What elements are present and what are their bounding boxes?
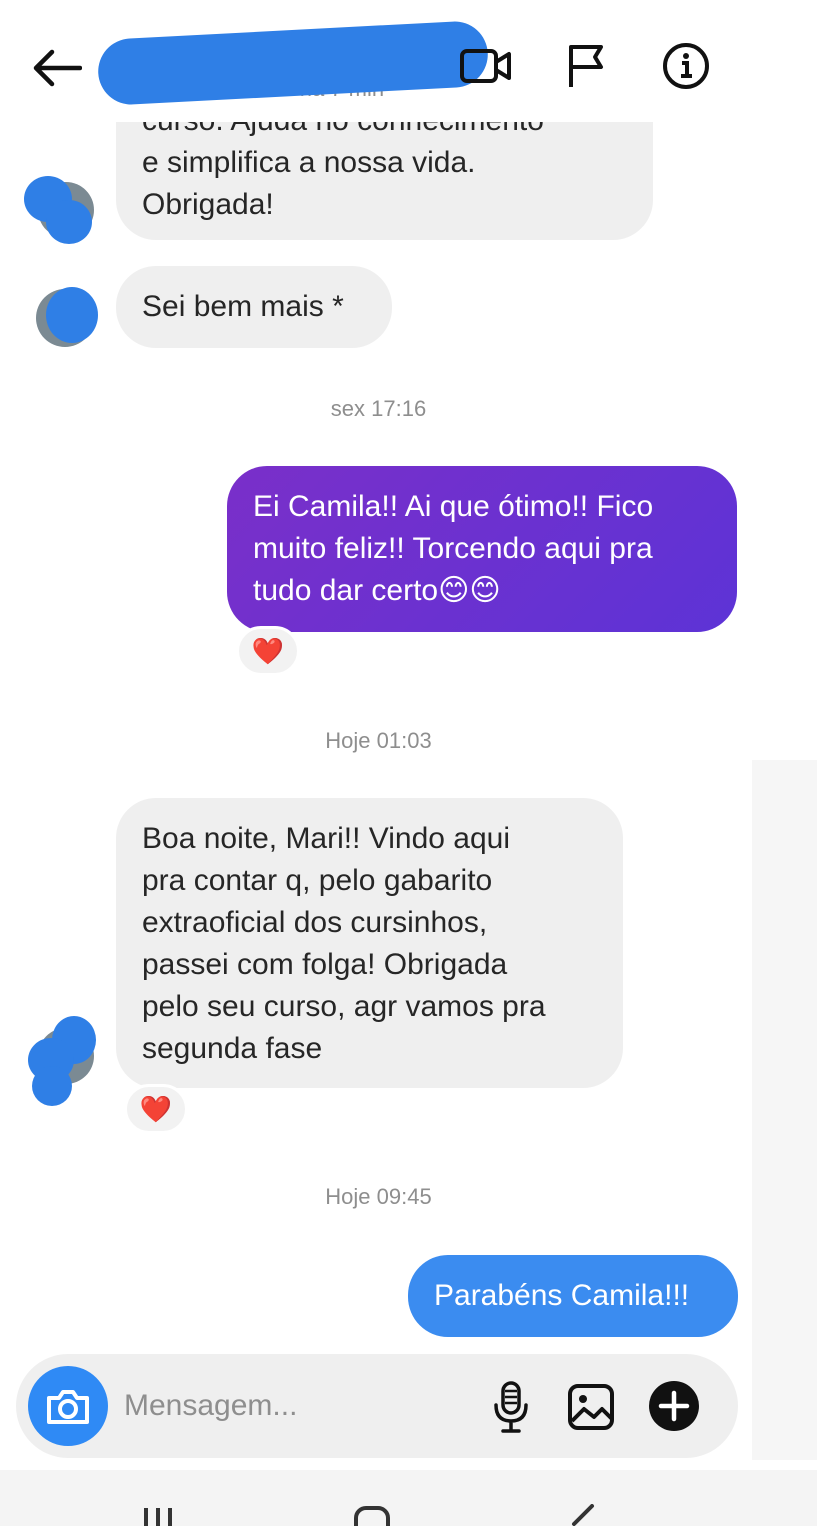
incoming-message[interactable]: Sei bem mais * <box>116 266 392 348</box>
message-input[interactable] <box>124 1378 464 1434</box>
message-line: Ei Camila!! Ai que ótimo!! Fico <box>253 490 654 523</box>
more-options-button[interactable] <box>646 1378 702 1434</box>
chat-header: Online há 7 min <box>0 0 817 122</box>
voice-message-button[interactable] <box>486 1380 536 1434</box>
system-back-button[interactable] <box>566 1504 596 1526</box>
heart-reaction[interactable]: ❤️ <box>236 626 300 676</box>
heart-reaction[interactable]: ❤️ <box>124 1084 188 1134</box>
message-line: tudo dar certo😊😊 <box>253 574 501 607</box>
gallery-icon <box>568 1384 614 1430</box>
message-line: pra contar q, pelo gabarito <box>142 864 493 897</box>
recent-apps-button[interactable] <box>142 1504 178 1526</box>
back-button[interactable] <box>26 40 86 96</box>
chevron-left-icon <box>572 1504 594 1526</box>
home-button[interactable] <box>352 1504 392 1526</box>
camera-icon <box>47 1390 89 1424</box>
video-call-button[interactable] <box>456 38 516 94</box>
recent-apps-icon <box>144 1508 172 1526</box>
heart-icon: ❤️ <box>251 635 285 666</box>
timestamp: Hoje 09:45 <box>325 1184 432 1209</box>
microphone-icon <box>494 1381 528 1433</box>
message-line: pelo seu curso, agr vamos pra <box>142 990 546 1023</box>
background-shade <box>752 760 817 1460</box>
video-call-icon <box>460 49 511 83</box>
message-line: muito feliz!! Torcendo aqui pra <box>253 532 653 565</box>
system-navigation-bar <box>0 1470 817 1526</box>
message-text: Parabéns Camila!!! <box>434 1279 690 1312</box>
message-line: Boa noite, Mari!! Vindo aqui <box>142 822 511 855</box>
camera-button[interactable] <box>28 1366 108 1446</box>
report-flag-button[interactable] <box>556 38 616 94</box>
chat-screen: Online há 7 min curso. Ajuda no conhecim… <box>0 0 817 1526</box>
gallery-button[interactable] <box>564 1380 618 1434</box>
message-text: Sei bem mais * <box>142 290 344 323</box>
message-line: segunda fase <box>142 1032 323 1065</box>
outgoing-message[interactable]: Ei Camila!! Ai que ótimo!! Fico muito fe… <box>227 466 737 632</box>
heart-icon: ❤️ <box>139 1093 173 1124</box>
message-line: extraoficial dos cursinhos, <box>142 906 488 939</box>
timestamp: sex 17:16 <box>330 396 427 421</box>
arrow-left-icon <box>33 49 82 87</box>
avatar[interactable] <box>28 1016 96 1106</box>
message-composer <box>16 1354 738 1458</box>
flag-icon <box>569 45 603 87</box>
outgoing-message[interactable]: Parabéns Camila!!! <box>408 1255 738 1337</box>
message-line: e simplifica a nossa vida. <box>142 146 476 179</box>
incoming-message[interactable]: Boa noite, Mari!! Vindo aqui pra contar … <box>116 798 623 1088</box>
info-icon <box>663 43 709 89</box>
plus-circle-icon <box>649 1381 699 1431</box>
message-line: passei com folga! Obrigada <box>142 948 508 981</box>
avatar[interactable] <box>36 287 98 347</box>
timestamp: Hoje 01:03 <box>325 728 432 753</box>
contact-name-redaction[interactable] <box>96 19 490 107</box>
info-button[interactable] <box>656 38 716 94</box>
message-line: Obrigada! <box>142 188 274 221</box>
avatar[interactable] <box>24 176 94 244</box>
home-icon <box>354 1506 390 1526</box>
